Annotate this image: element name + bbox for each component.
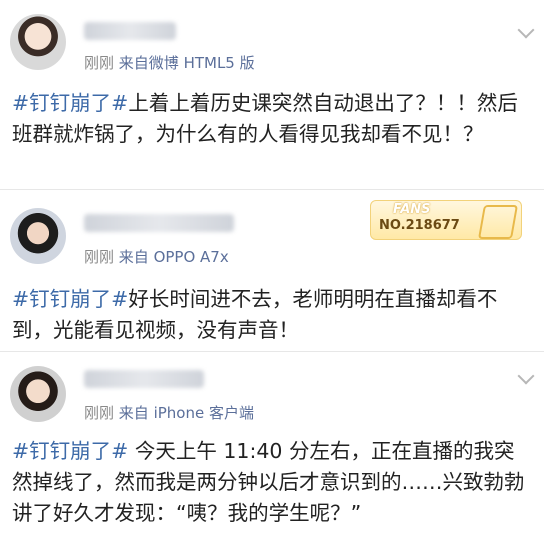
post-content: #钉钉崩了#好长时间进不去，老师明明在直播却看不到，光能看见视频，没有声音！ <box>12 284 532 346</box>
post-meta: 刚刚 来自 iPhone 客户端 <box>84 402 254 423</box>
post-content: #钉钉崩了#上着上着历史课突然自动退出了？！！然后班群就炸锅了，为什么有的人看得… <box>12 88 532 150</box>
post-meta: 刚刚 来自 OPPO A7x <box>84 246 229 267</box>
user-avatar[interactable] <box>10 14 66 70</box>
chevron-down-icon[interactable] <box>517 367 535 385</box>
user-avatar[interactable] <box>10 208 66 264</box>
fans-badge[interactable]: FANS NO.218677 <box>370 200 522 240</box>
username-blurred[interactable] <box>84 370 204 388</box>
weibo-post-3: 刚刚 来自 iPhone 客户端 #钉钉崩了# 今天上午 11:40 分左右，正… <box>0 352 544 537</box>
username-blurred[interactable] <box>84 22 176 40</box>
post-time: 刚刚 <box>84 404 115 422</box>
hashtag-link[interactable]: #钉钉崩了# <box>12 91 128 115</box>
post-content: #钉钉崩了# 今天上午 11:40 分左右，正在直播的我突然掉线了，然而我是两分… <box>12 436 532 529</box>
post-time: 刚刚 <box>84 248 115 266</box>
fans-badge-number: NO.218677 <box>379 218 460 233</box>
fans-logo-icon <box>478 205 518 239</box>
weibo-post-2: FANS NO.218677 刚刚 来自 OPPO A7x #钉钉崩了#好长时间… <box>0 190 544 350</box>
post-source[interactable]: 来自微博 HTML5 版 <box>119 54 255 72</box>
hashtag-link[interactable]: #钉钉崩了# <box>12 287 128 311</box>
weibo-post-1: 刚刚 来自微博 HTML5 版 #钉钉崩了#上着上着历史课突然自动退出了？！！然… <box>0 0 544 188</box>
post-source[interactable]: 来自 iPhone 客户端 <box>119 404 254 422</box>
hashtag-link[interactable]: #钉钉崩了# <box>12 439 128 463</box>
post-source[interactable]: 来自 OPPO A7x <box>119 248 229 266</box>
username-blurred[interactable] <box>84 214 234 232</box>
fans-badge-label: FANS <box>393 202 431 217</box>
chevron-down-icon[interactable] <box>517 21 535 39</box>
post-time: 刚刚 <box>84 54 115 72</box>
user-avatar[interactable] <box>10 366 66 422</box>
post-meta: 刚刚 来自微博 HTML5 版 <box>84 52 255 73</box>
